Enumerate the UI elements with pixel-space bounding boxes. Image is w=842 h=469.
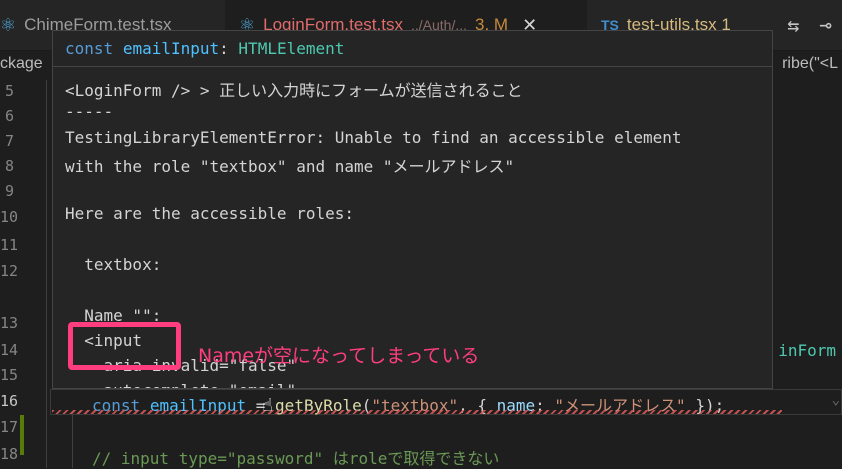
line-number: 16 [0,392,19,410]
indent-guide [46,80,47,468]
annotation-text: Nameが空になってしまっている [198,345,480,367]
line-number: 8 [4,157,14,175]
error-line: TestingLibraryElementError: Unable to fi… [65,128,682,147]
variable: emailInput [122,39,220,58]
element-attr: autocomplete="email" [65,381,297,388]
keyword: const [65,39,114,58]
error-line: with the role "textbox" and name "メールアドレ… [65,157,515,176]
line-number: 5 [4,82,14,100]
line-number: 6 [4,107,14,125]
editor-actions: ⇆ ⊸ [777,0,842,50]
error-squiggle [52,410,782,414]
separator: ----- [65,102,114,121]
annotation-highlight-box [68,322,181,370]
hand-cursor-icon: ☝ [262,395,273,416]
hover-tooltip: const emailInput: HTMLElement <LoginForm… [52,30,773,389]
line-number: 9 [4,182,14,200]
line-number: 12 [0,262,19,280]
code-fragment: inForm [778,341,836,360]
git-change-indicator [20,415,24,455]
line-number: 14 [0,341,19,359]
test-path: <LoginForm /> > 正しい入力時にフォームが送信されること [65,81,523,100]
line-number: 11 [0,236,19,254]
line-number: 7 [4,132,14,150]
line-number: 15 [0,366,19,384]
role-name: textbox: [65,255,162,274]
indent-guide [72,415,73,468]
roles-heading: Here are the accessible roles: [65,204,354,223]
code-line-18-comment[interactable]: // input type="password" はroleで取得できない [92,445,499,469]
git-compare-icon[interactable]: ⇆ [787,13,799,37]
line-number: 17 [0,418,19,436]
chevron-down-icon[interactable]: ⌄ [832,392,840,408]
line-number: 18 [0,445,19,463]
breadcrumb-right[interactable]: ribe("<L [782,55,838,73]
react-icon: ⚛ [0,14,17,35]
timeline-icon[interactable]: ⊸ [820,13,832,37]
type-name: HTMLElement [238,39,345,58]
punctuation: : [219,39,229,58]
hover-signature: const emailInput: HTMLElement [53,31,772,67]
line-number: 10 [0,208,19,226]
breadcrumb-left[interactable]: ckage [0,55,43,73]
line-number: 13 [0,314,19,332]
